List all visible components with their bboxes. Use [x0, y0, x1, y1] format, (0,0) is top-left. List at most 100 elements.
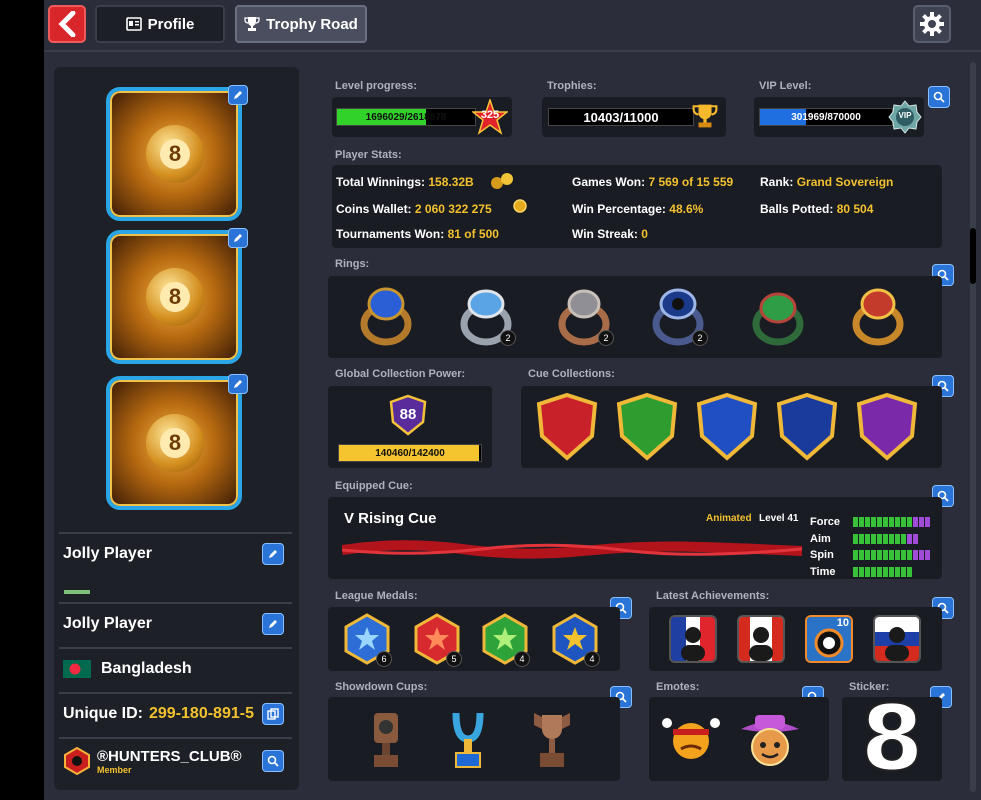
tab-trophy-road[interactable]: Trophy Road: [235, 5, 367, 43]
level-progress-bar: 1696029/2618878: [336, 108, 476, 126]
back-button[interactable]: [48, 5, 86, 43]
emotes-label: Emotes:: [656, 681, 700, 693]
attribute-segment: [913, 533, 918, 544]
attribute-segment: [853, 533, 858, 544]
attribute-segment: [859, 517, 864, 527]
pencil-icon: [269, 620, 277, 628]
emotes-box: [649, 697, 829, 781]
equipped-cue-box: V Rising Cue Animated Level 41 Force Aim…: [328, 497, 942, 579]
showdown-cups-label: Showdown Cups:: [335, 681, 428, 693]
attribute-segment: [871, 550, 876, 560]
bronze-cup-icon[interactable]: [368, 709, 404, 771]
back-arrow-icon: [58, 11, 76, 37]
attribute-segment: [901, 550, 906, 560]
club-emblem-icon: [64, 747, 90, 775]
sticker-eight[interactable]: 8: [842, 690, 942, 788]
league-medal-blue-2[interactable]: 4: [550, 613, 600, 667]
cue-collection-shield-red[interactable]: [535, 392, 599, 462]
total-winnings-stat: Total Winnings: 158.32B: [336, 175, 474, 189]
gcp-progress-text: 140460/142400: [375, 447, 445, 459]
tab-profile[interactable]: Profile: [95, 5, 225, 43]
pencil-icon: [234, 380, 242, 388]
horseshoe-cup-icon[interactable]: [448, 709, 488, 771]
player-stats-label: Player Stats:: [335, 149, 402, 161]
vip-progress-text: 301969/870000: [791, 111, 861, 123]
edit-frame-1-button[interactable]: [228, 85, 248, 105]
profile-screen: Profile Trophy Road 8 8 8 Jolly Player J…: [44, 0, 981, 800]
cue-collections-label: Cue Collections:: [528, 368, 615, 380]
angry-emote-icon[interactable]: [661, 713, 721, 767]
achievement-russia-flag[interactable]: [873, 615, 921, 663]
attribute-segment: [853, 566, 858, 577]
gcp-level: 88: [399, 406, 417, 423]
club-name: ®HUNTERS_CLUB®: [97, 747, 242, 765]
vip-search-button[interactable]: [928, 86, 950, 108]
ring-3[interactable]: 2: [556, 284, 614, 346]
attribute-segment: [901, 566, 906, 577]
attribute-segment: [853, 517, 858, 527]
edit-name-button[interactable]: [262, 543, 284, 565]
attribute-segment: [859, 533, 864, 544]
attribute-segment: [925, 517, 930, 527]
league-medal-green[interactable]: 4: [480, 613, 530, 667]
showdown-cups-box: [328, 697, 620, 781]
trophies-label: Trophies:: [547, 80, 597, 92]
cue-collection-shield-blue[interactable]: [695, 392, 759, 462]
settings-button[interactable]: [913, 5, 951, 43]
vip-badge-text: VIP: [898, 111, 912, 120]
ring-5[interactable]: [750, 284, 806, 346]
cue-collection-shield-green[interactable]: [615, 392, 679, 462]
games-won-stat: Games Won: 7 569 of 15 559: [572, 175, 734, 189]
ring-icon: [752, 292, 804, 346]
winged-cup-icon[interactable]: [532, 709, 572, 771]
club-row[interactable]: ®HUNTERS_CLUB® Member: [59, 737, 292, 783]
achievement-france-flag[interactable]: [669, 615, 717, 663]
ring-2[interactable]: 2: [458, 284, 516, 346]
copy-icon: [267, 708, 279, 720]
cowboy-emote-icon[interactable]: [735, 709, 805, 771]
france-flag-icon: [671, 617, 715, 661]
search-icon: [267, 755, 279, 767]
edit-name-button[interactable]: [262, 613, 284, 635]
ring-icon: [852, 288, 904, 346]
level-progress-box: 1696029/2618878 325: [332, 97, 512, 137]
attribute-segment: [865, 517, 870, 527]
latest-achievements-label: Latest Achievements:: [656, 590, 770, 602]
left-panel: 8 8 8 Jolly Player Jolly Player Banglade…: [54, 67, 299, 790]
scrollbar-thumb[interactable]: [970, 228, 976, 284]
attribute-segment: [865, 566, 870, 577]
player-name-row-2: Jolly Player: [59, 602, 292, 644]
club-search-button[interactable]: [262, 750, 284, 772]
level-progress-label: Level progress:: [335, 80, 417, 92]
vip-box: 301969/870000 VIP: [754, 97, 924, 137]
edit-frame-2-button[interactable]: [228, 228, 248, 248]
scrollbar-track[interactable]: [970, 62, 976, 792]
rank-stat: Rank: Grand Sovereign: [760, 175, 894, 189]
balls-potted-stat: Balls Potted: 80 504: [760, 202, 874, 216]
trophies-text: 10403/11000: [583, 109, 659, 125]
league-medal-blue[interactable]: 6: [342, 613, 392, 667]
coins-wallet-stat: Coins Wallet: 2 060 322 275: [336, 202, 492, 216]
attribute-segment: [871, 533, 876, 544]
ring-4[interactable]: 2: [650, 284, 708, 346]
avatar-frame-1[interactable]: 8: [106, 87, 242, 221]
vip-level-label: VIP Level:: [759, 80, 812, 92]
ring-icon: [360, 287, 412, 346]
player-name-row-1: Jolly Player: [59, 532, 292, 574]
achievement-eight-ball-10[interactable]: 10: [805, 615, 853, 663]
cue-collection-shield-darkblue[interactable]: [775, 392, 839, 462]
cue-collection-shield-purple[interactable]: [855, 392, 919, 462]
achievement-badge-number: 10: [836, 617, 849, 629]
eight-ball-icon: 8: [146, 268, 204, 326]
achievement-canada-flag[interactable]: [737, 615, 785, 663]
cue-animated-tag: Animated: [706, 513, 752, 524]
ring-6[interactable]: [850, 284, 906, 346]
copy-id-button[interactable]: [262, 703, 284, 725]
league-medal-red[interactable]: 5: [412, 613, 462, 667]
ring-1[interactable]: [358, 284, 414, 346]
avatar-frame-2[interactable]: 8: [106, 230, 242, 364]
attribute-segment: [871, 566, 876, 577]
avatar-frame-3[interactable]: 8: [106, 376, 242, 510]
edit-frame-3-button[interactable]: [228, 374, 248, 394]
tournaments-won-stat: Tournaments Won: 81 of 500: [336, 227, 499, 241]
